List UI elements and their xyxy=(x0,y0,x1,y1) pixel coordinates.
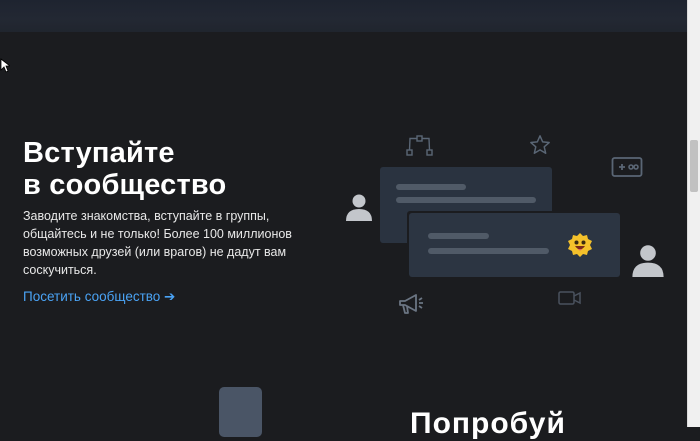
scrollbar[interactable] xyxy=(687,0,700,427)
user-avatar-icon xyxy=(346,194,372,221)
title-line-2: в сообщество xyxy=(23,169,227,201)
scrollbar-thumb[interactable] xyxy=(690,140,698,192)
next-section-title: Попробуй xyxy=(410,407,566,440)
title-line-1: Вступайте xyxy=(23,137,175,169)
emoji-icon xyxy=(568,233,592,257)
star-icon xyxy=(530,135,550,154)
message-card-2 xyxy=(409,213,620,277)
video-camera-icon xyxy=(558,291,581,305)
mouse-cursor-icon xyxy=(0,58,10,73)
text-line xyxy=(428,233,489,239)
visit-community-link[interactable]: Посетить сообщество ➔ xyxy=(23,289,175,305)
vector-pen-icon xyxy=(406,135,433,156)
gamepad-icon xyxy=(611,157,643,177)
community-illustration xyxy=(340,125,670,325)
text-line xyxy=(396,197,536,203)
megaphone-icon xyxy=(399,294,423,314)
user-avatar-icon xyxy=(632,245,664,277)
text-line xyxy=(428,248,549,254)
top-banner xyxy=(0,0,688,32)
community-description: Заводите знакомства, вступайте в группы,… xyxy=(23,209,292,277)
phone-illustration xyxy=(219,387,262,437)
text-line xyxy=(396,184,466,190)
page-title: Вступайте в сообщество xyxy=(23,137,226,201)
